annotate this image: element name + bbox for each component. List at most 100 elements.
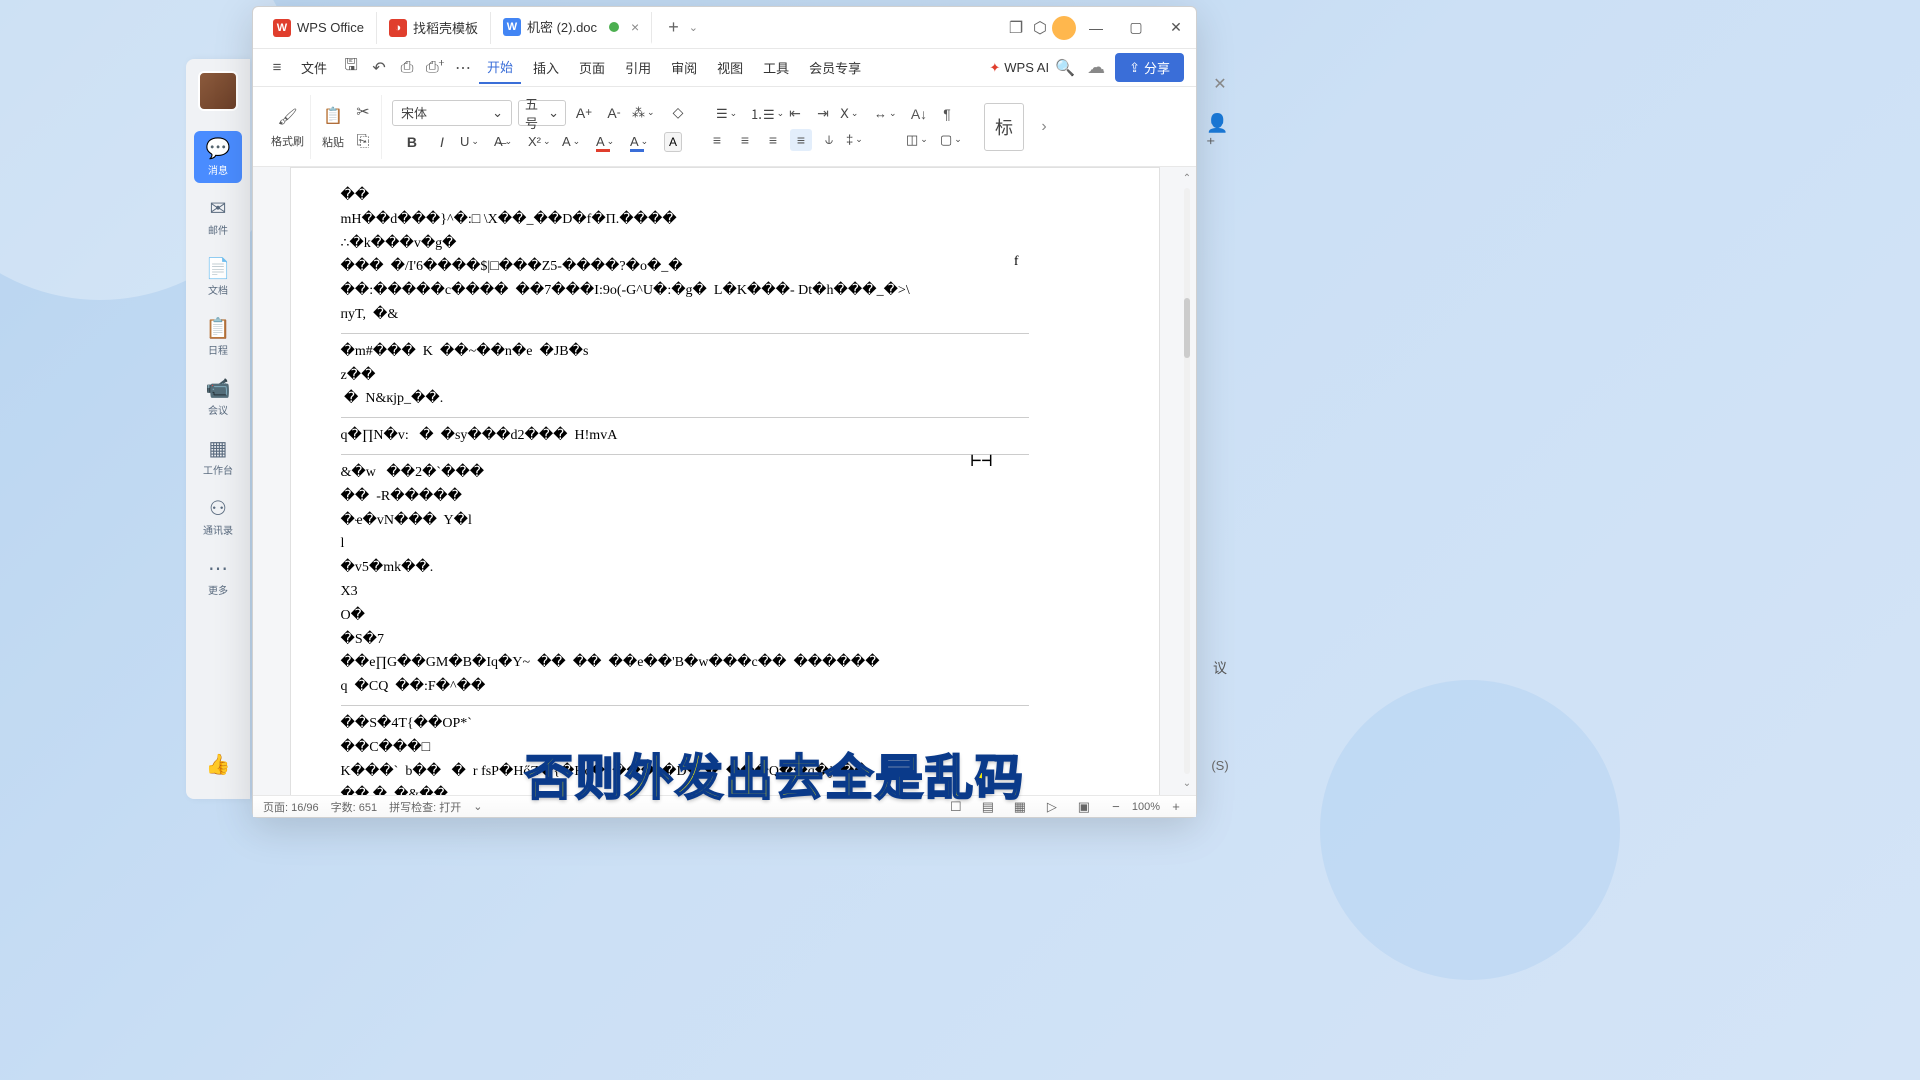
avatar[interactable] [198, 71, 238, 111]
menu-insert[interactable]: 插入 [525, 52, 567, 83]
menu-page[interactable]: 页面 [571, 52, 613, 83]
print-icon[interactable]: ⎙ [395, 56, 419, 80]
underline-button[interactable]: U⌄ [460, 134, 488, 149]
cloud-icon[interactable]: ☁ [1087, 57, 1105, 78]
cube-icon[interactable]: ⬡ [1028, 16, 1052, 40]
char-scale-button[interactable]: ↔⌄ [874, 106, 902, 121]
doc-line: �v5�mk��. [341, 556, 1029, 580]
shading-button[interactable]: ◫⌄ [906, 132, 934, 148]
tab-document[interactable]: W 机密 (2).doc × [491, 12, 652, 44]
chevron-down-icon[interactable]: ⌄ [473, 800, 482, 813]
line-spacing-button[interactable]: ‡⌄ [846, 132, 874, 147]
strikethrough-button[interactable]: A̶⌄ [494, 134, 522, 149]
cut-icon[interactable]: ✂ [351, 100, 375, 124]
more-icon[interactable]: ⋯ [451, 56, 475, 80]
style-heading[interactable]: 标 [984, 103, 1024, 151]
sidebar-item-meeting[interactable]: 📹 会议 [194, 371, 242, 423]
bullet-list-button[interactable]: ☰⌄ [716, 106, 744, 122]
show-marks-button[interactable]: ¶ [936, 103, 958, 125]
scroll-track[interactable] [1184, 188, 1190, 774]
highlight-button[interactable]: A⌄ [596, 134, 624, 149]
decrease-font-button[interactable]: A- [602, 101, 626, 125]
sidebar-item-more[interactable]: ⋯ 更多 [194, 551, 242, 603]
menu-file[interactable]: 文件 [293, 52, 335, 83]
scroll-down-icon[interactable]: ⌄ [1183, 778, 1191, 789]
zoom-in-button[interactable]: + [1166, 797, 1186, 817]
bold-button[interactable]: B [400, 130, 424, 154]
increase-font-button[interactable]: A+ [572, 101, 596, 125]
doc-line: ��e∏G��GM�B�Iq�Y~ �� �� ��e��'B�w���c�� … [341, 651, 1029, 675]
paste-icon[interactable]: 📋 [321, 104, 345, 128]
scroll-thumb[interactable] [1184, 298, 1190, 358]
doc-line: mH��d���}^�:□ \X��_��D�f�Π.���� [341, 208, 1029, 232]
sidebar-item-messages[interactable]: 💬 消息 [194, 131, 242, 183]
web-layout-icon[interactable]: ▣ [1074, 797, 1094, 817]
align-center-button[interactable]: ≡ [734, 129, 756, 151]
menu-start[interactable]: 开始 [479, 51, 521, 84]
separator [341, 705, 1029, 706]
close-panel-button[interactable]: ✕ [1204, 68, 1236, 100]
menu-view[interactable]: 视图 [709, 52, 751, 83]
new-tab-button[interactable]: + [660, 13, 687, 42]
character-border-button[interactable]: A [664, 132, 682, 152]
align-distributed-button[interactable]: ⫝ [818, 129, 840, 151]
phonetic-button[interactable]: ⁂⌄ [632, 105, 660, 121]
collaborator-icon[interactable]: 👤⁺ [1206, 120, 1234, 148]
search-icon[interactable]: 🔍 [1053, 56, 1077, 80]
menu-review[interactable]: 审阅 [663, 52, 705, 83]
share-button[interactable]: ⇪ 分享 [1115, 53, 1184, 82]
user-badge[interactable] [1052, 16, 1076, 40]
scroll-up-icon[interactable]: ⌃ [1183, 173, 1191, 184]
template-icon: ◑ [389, 19, 407, 37]
font-family-select[interactable]: 宋体 ⌄ [392, 100, 512, 126]
hamburger-icon[interactable]: ≡ [265, 56, 289, 80]
number-list-button[interactable]: ⒈☰⌄ [750, 104, 778, 123]
sidebar-item-docs[interactable]: 📄 文档 [194, 251, 242, 303]
sidebar-item-thumbs[interactable]: 👍 [194, 739, 242, 791]
toolbar-expand-button[interactable]: › [1034, 103, 1054, 151]
close-button[interactable]: ✕ [1164, 16, 1188, 40]
align-justify-button[interactable]: ≡ [790, 129, 812, 151]
doc-line: �S�7 [341, 628, 1029, 652]
zoom-out-button[interactable]: − [1106, 797, 1126, 817]
clear-format-button[interactable]: ◇ [666, 101, 690, 125]
indent-increase-button[interactable]: ⇥ [812, 103, 834, 125]
sidebar-label: 邮件 [208, 222, 228, 237]
vertical-scrollbar[interactable]: ⌃ ⌄ [1182, 173, 1192, 789]
font-color-button[interactable]: A⌄ [630, 134, 658, 149]
multi-window-icon[interactable]: ❐ [1004, 16, 1028, 40]
align-right-button[interactable]: ≡ [762, 129, 784, 151]
font-size-select[interactable]: 五号 ⌄ [518, 100, 566, 126]
sidebar-item-contacts[interactable]: ⚇ 通讯录 [194, 491, 242, 543]
close-icon[interactable]: × [631, 19, 639, 35]
sidebar-item-mail[interactable]: ✉ 邮件 [194, 191, 242, 243]
text-effects-button[interactable]: A⌄ [562, 134, 590, 149]
panel-text: (S) [1211, 758, 1228, 773]
print-preview-icon[interactable]: ⎙⁺ [423, 56, 447, 80]
page-content[interactable]: �� mH��d���}^�:□ \X��_��D�f�Π.���� ∴�k��… [290, 167, 1160, 795]
superscript-button[interactable]: X²⌄ [528, 134, 556, 149]
sidebar-item-workspace[interactable]: ▦ 工作台 [194, 431, 242, 483]
tab-templates[interactable]: ◑ 找稻壳模板 [377, 12, 491, 44]
menu-member[interactable]: 会员专享 [801, 52, 869, 83]
copy-icon[interactable]: ⎘ [351, 130, 375, 154]
chevron-down-icon[interactable]: ⌄ [689, 21, 698, 34]
menu-tools[interactable]: 工具 [755, 52, 797, 83]
italic-button[interactable]: I [430, 130, 454, 154]
align-left-button[interactable]: ≡ [706, 129, 728, 151]
indent-decrease-button[interactable]: ⇤ [784, 103, 806, 125]
outline-icon[interactable]: ▷ [1042, 797, 1062, 817]
save-icon[interactable]: 🖫 [339, 56, 363, 80]
minimize-button[interactable]: — [1084, 16, 1108, 40]
menu-reference[interactable]: 引用 [617, 52, 659, 83]
tab-wps-home[interactable]: W WPS Office [261, 12, 377, 44]
undo-icon[interactable]: ↶ [367, 56, 391, 80]
wps-ai-button[interactable]: ✦ WPS AI [989, 60, 1049, 76]
doc-line: �� -R����� [341, 485, 1029, 509]
sort-button[interactable]: A↓ [908, 103, 930, 125]
text-direction-button[interactable]: Ⅹ⌄ [840, 106, 868, 122]
sidebar-item-calendar[interactable]: 📋 日程 [194, 311, 242, 363]
format-painter-icon[interactable]: 🖌 [276, 105, 300, 129]
maximize-button[interactable]: ▢ [1124, 16, 1148, 40]
border-button[interactable]: ▢⌄ [940, 132, 968, 148]
